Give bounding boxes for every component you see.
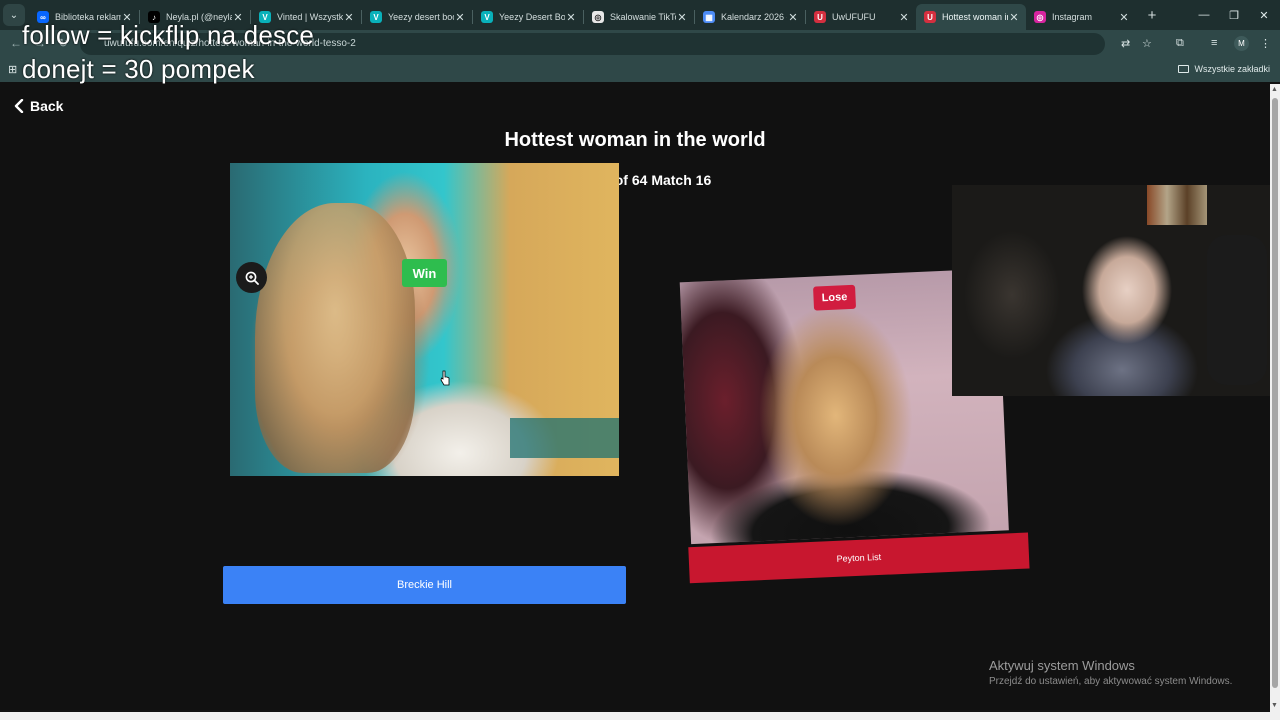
back-button[interactable]: Back: [14, 98, 63, 114]
browser-tab[interactable]: ◎ Skalowanie TikTok✕: [584, 4, 694, 30]
tab-close-icon[interactable]: ✕: [787, 11, 799, 24]
new-tab-button[interactable]: +: [1140, 7, 1164, 24]
scroll-up-icon[interactable]: ▲: [1271, 86, 1278, 93]
all-bookmarks-label: Wszystkie zakładki: [1194, 64, 1270, 74]
browser-tab[interactable]: ◎ Instagram ✕: [1026, 4, 1136, 30]
tab-title: Yeezy desert boot: [388, 12, 454, 22]
tab-close-icon[interactable]: ✕: [898, 11, 910, 24]
vinted-icon: V: [481, 11, 493, 23]
screen: ⌄ ∞Biblioteka reklam✕♪Neyla.pl (@neyla.p…: [0, 0, 1280, 720]
uwufufu-icon: U: [814, 11, 826, 23]
windows-activation-title: Aktywuj system Windows: [989, 658, 1135, 673]
calendar-icon: ▦: [703, 11, 715, 23]
menu-kebab-icon[interactable]: ⋮: [1260, 37, 1271, 50]
scrollbar-thumb[interactable]: [1272, 98, 1278, 688]
tab-close-icon[interactable]: ✕: [343, 11, 355, 24]
zoom-in-icon: [245, 271, 259, 285]
scroll-down-icon[interactable]: ▼: [1271, 702, 1278, 709]
horizontal-scrollbar[interactable]: [0, 712, 1280, 720]
browser-tab[interactable]: U UwUFUFU ✕: [806, 4, 916, 30]
windows-activation-text: Przejdź do ustawień, aby aktywować syste…: [989, 676, 1233, 687]
all-bookmarks-button[interactable]: Wszystkie zakładki: [1178, 64, 1270, 74]
instagram-icon: ◎: [1034, 11, 1046, 23]
tab-close-icon[interactable]: ✕: [1008, 11, 1020, 24]
tab-close-icon[interactable]: ✕: [676, 11, 688, 24]
zoom-in-button[interactable]: [236, 262, 267, 293]
tab-close-icon[interactable]: ✕: [565, 11, 577, 24]
win-badge: Win: [402, 259, 447, 287]
translate-icon[interactable]: ⇄: [1121, 37, 1130, 50]
overlay-follow-text: follow = kickflip na desce: [22, 20, 315, 50]
tab-close-icon[interactable]: ✕: [1118, 11, 1130, 24]
profile-avatar[interactable]: M: [1234, 36, 1249, 51]
vinted-icon: V: [370, 11, 382, 23]
folder-icon: [1178, 65, 1190, 73]
minimize-icon[interactable]: —: [1188, 0, 1220, 30]
restore-icon[interactable]: ❐: [1218, 0, 1250, 30]
browser-tab[interactable]: ▦ Kalendarz 2026 - ✕: [695, 4, 805, 30]
tab-title: Kalendarz 2026 -: [721, 12, 787, 22]
apps-grid-icon[interactable]: ⊞: [8, 63, 17, 76]
browser-tab[interactable]: V Yeezy Desert Boot✕: [473, 4, 583, 30]
browser-tab[interactable]: V Yeezy desert boot ✕: [362, 4, 472, 30]
lose-badge: Lose: [813, 284, 857, 311]
bookmark-star-icon[interactable]: ☆: [1142, 37, 1152, 50]
back-label: Back: [30, 98, 64, 114]
webcam-overlay: [952, 185, 1280, 396]
page-content: Back Hottest woman in the world Rounds o…: [0, 84, 1270, 712]
tab-close-icon[interactable]: ✕: [454, 11, 466, 24]
tab-title: Hottest woman in: [942, 12, 1008, 22]
openai-icon: ◎: [592, 11, 604, 23]
left-choice-image[interactable]: [230, 163, 619, 476]
media-controls-icon[interactable]: ≡: [1211, 37, 1217, 49]
uwufufu-icon: U: [924, 11, 936, 23]
back-nav-icon[interactable]: ←: [10, 36, 22, 50]
tab-title: Yeezy Desert Boot: [499, 12, 565, 22]
overlay-donate-text: donejt = 30 pompek: [22, 54, 255, 84]
page-title: Hottest woman in the world: [504, 129, 766, 151]
left-choice-name-button[interactable]: Breckie Hill: [223, 566, 626, 604]
hand-cursor-icon: [440, 370, 450, 386]
extensions-icon[interactable]: ⧉: [1176, 37, 1184, 50]
chevron-left-icon: [14, 99, 24, 113]
tab-title: Instagram: [1052, 12, 1093, 22]
browser-tab[interactable]: U Hottest woman in ✕: [916, 4, 1026, 30]
tab-title: UwUFUFU: [832, 12, 876, 22]
close-window-icon[interactable]: ✕: [1248, 0, 1280, 30]
tab-title: Skalowanie TikTok: [610, 12, 676, 22]
